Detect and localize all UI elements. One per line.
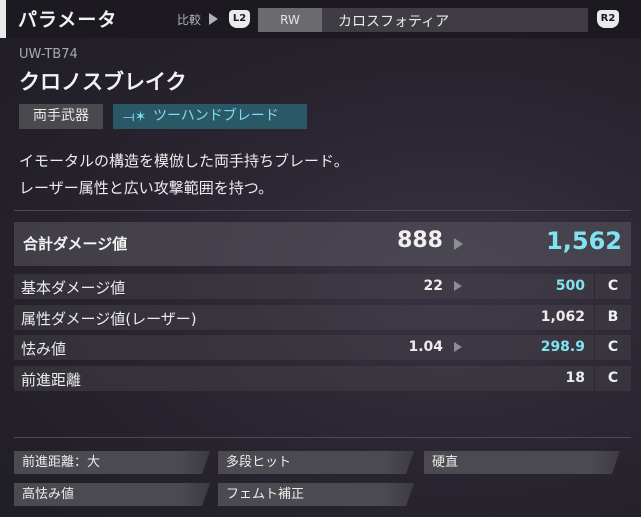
stat-row-stagger: 怯み値 1.04 298.9 C (14, 335, 631, 360)
weapon-description-line: イモータルの構造を模倣した両手持ちブレード。 (19, 152, 349, 170)
trait-tag: フェムト補正 (218, 483, 414, 506)
weapon-hand-tag: 両手武器 (19, 104, 103, 129)
increase-arrow-icon (454, 238, 463, 250)
divider (14, 210, 631, 211)
stat-label: 属性ダメージ値(レーザー) (21, 310, 197, 328)
compare-weapon-selector[interactable]: RW カロスフォティア (258, 8, 588, 32)
stat-grade: C (594, 274, 631, 299)
trait-tag: 高怯み値 (14, 483, 210, 506)
page-title: パラメータ (18, 9, 118, 31)
total-damage-value: 1,562 (546, 227, 622, 255)
stat-row-advance-distance: 前進距離 18 C (14, 366, 631, 391)
stat-value: 1,062 (540, 309, 585, 325)
weapon-description-line: レーザー属性と広い攻撃範囲を持つ。 (19, 179, 274, 197)
compare-weapon-class: RW (258, 8, 322, 32)
weapon-name: クロノスブレイク (19, 70, 187, 94)
divider (14, 437, 631, 438)
stat-value: 18 (565, 370, 585, 386)
r2-button[interactable]: R2 (597, 10, 619, 28)
increase-arrow-icon (454, 342, 462, 352)
total-damage-label: 合計ダメージ値 (23, 235, 128, 253)
compare-weapon-name: カロスフォティア (338, 14, 450, 30)
header-bar: パラメータ 比較 L2 RW カロスフォティア R2 (0, 0, 641, 38)
stat-row-attribute-damage: 属性ダメージ値(レーザー) 1,062 B (14, 305, 631, 330)
total-damage-row: 合計ダメージ値 888 1,562 (14, 222, 631, 266)
compare-label: 比較 (177, 13, 202, 27)
trait-tag: 多段ヒット (218, 451, 414, 474)
stat-grade: C (594, 335, 631, 360)
total-damage-compare-value: 888 (397, 228, 443, 253)
stat-compare-value: 1.04 (408, 339, 443, 355)
trait-tag: 前進距離：大 (14, 451, 210, 474)
stat-grade: B (594, 305, 631, 330)
sword-icon: ⟞✶ (123, 109, 147, 125)
stat-value: 298.9 (540, 339, 585, 355)
trait-tag: 硬直 (424, 451, 620, 474)
stat-value: 500 (555, 278, 585, 294)
stat-row-base-damage: 基本ダメージ値 22 500 C (14, 274, 631, 299)
stat-label: 怯み値 (21, 340, 67, 358)
l2-button[interactable]: L2 (229, 10, 250, 28)
weapon-type-label: ツーハンドブレード (153, 108, 279, 124)
stat-label: 基本ダメージ値 (21, 279, 126, 297)
increase-arrow-icon (454, 281, 462, 291)
compare-arrow-icon (209, 13, 218, 25)
stat-grade: C (594, 366, 631, 391)
stat-compare-value: 22 (423, 278, 443, 294)
stat-label: 前進距離 (21, 371, 82, 389)
header-accent (0, 0, 6, 38)
weapon-id: UW-TB74 (19, 47, 78, 62)
weapon-type-tag: ⟞✶ ツーハンドブレード (113, 104, 307, 129)
